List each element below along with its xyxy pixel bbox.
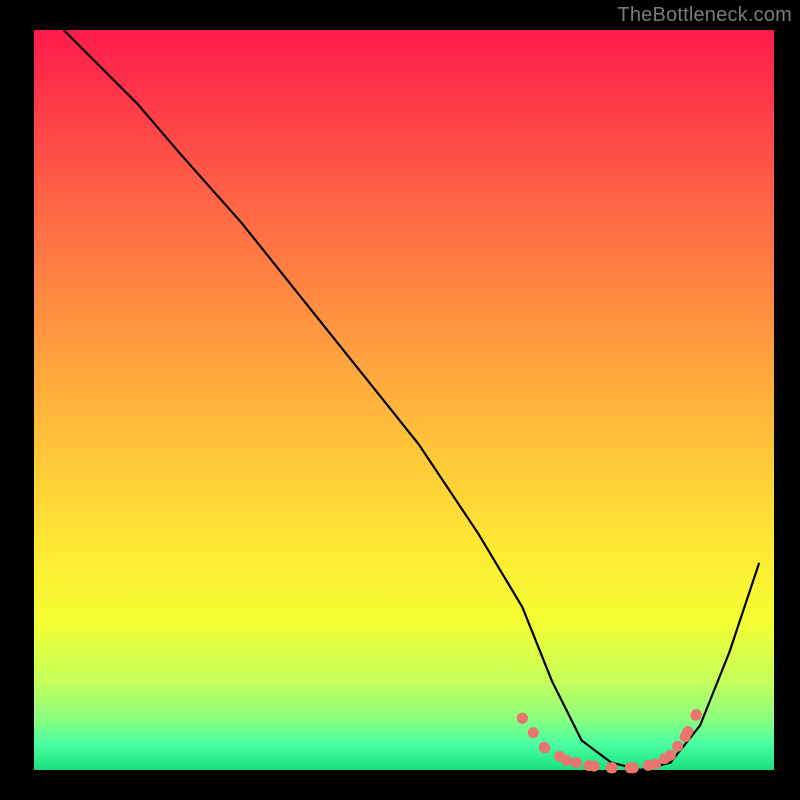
bottleneck-chart [0,0,800,800]
watermark-text: TheBottleneck.com [617,4,792,27]
plot-background [34,30,774,770]
chart-frame: TheBottleneck.com [0,0,800,800]
